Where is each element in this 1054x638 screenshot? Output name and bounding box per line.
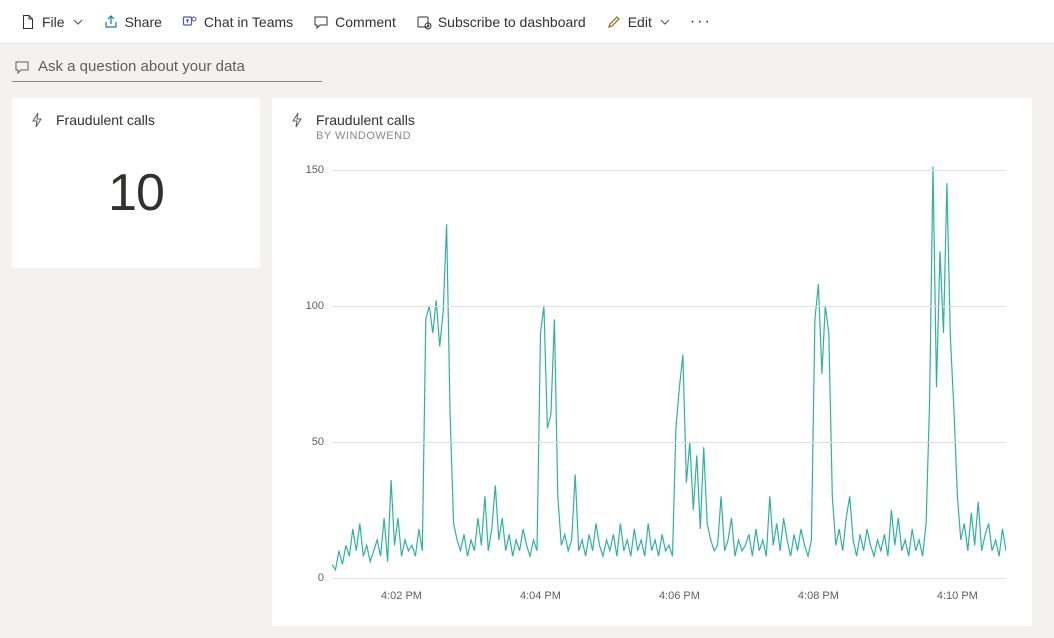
pencil-icon bbox=[606, 14, 622, 30]
chat-teams-label: Chat in Teams bbox=[204, 14, 293, 30]
y-tick-label: 150 bbox=[306, 164, 324, 176]
chevron-down-icon bbox=[660, 17, 670, 27]
file-icon bbox=[20, 14, 36, 30]
more-icon: ··· bbox=[690, 13, 712, 31]
tile-title: Fraudulent calls bbox=[316, 112, 415, 128]
x-tick-label: 4:06 PM bbox=[659, 590, 700, 602]
tile-header: Fraudulent calls BY WINDOWEND bbox=[290, 112, 1014, 142]
x-tick-label: 4:02 PM bbox=[381, 590, 422, 602]
file-label: File bbox=[42, 14, 65, 30]
chart-area: 050100150 4:02 PM4:04 PM4:06 PM4:08 PM4:… bbox=[298, 156, 1006, 606]
gridline bbox=[332, 170, 1006, 171]
gridline bbox=[332, 442, 1006, 443]
y-tick-label: 100 bbox=[306, 300, 324, 312]
tile-fraudulent-calls-card[interactable]: Fraudulent calls 10 bbox=[12, 98, 260, 268]
qna-input-container[interactable] bbox=[12, 54, 322, 82]
streaming-icon bbox=[30, 112, 44, 131]
subscribe-label: Subscribe to dashboard bbox=[438, 14, 586, 30]
chat-teams-button[interactable]: Chat in Teams bbox=[174, 8, 301, 36]
qna-bar bbox=[0, 44, 1054, 90]
share-button[interactable]: Share bbox=[95, 8, 170, 36]
tile-subtitle: BY WINDOWEND bbox=[316, 130, 415, 142]
edit-menu[interactable]: Edit bbox=[598, 8, 678, 36]
comment-icon bbox=[313, 14, 329, 30]
y-tick-label: 0 bbox=[318, 572, 324, 584]
y-tick-label: 50 bbox=[312, 436, 324, 448]
file-menu[interactable]: File bbox=[12, 8, 91, 36]
subscribe-button[interactable]: Subscribe to dashboard bbox=[408, 8, 594, 36]
share-label: Share bbox=[125, 14, 162, 30]
gridline bbox=[332, 306, 1006, 307]
subscribe-icon bbox=[416, 14, 432, 30]
gridline bbox=[332, 578, 1006, 579]
x-tick-label: 4:10 PM bbox=[937, 590, 978, 602]
y-axis: 050100150 bbox=[298, 156, 332, 578]
tile-card-value: 10 bbox=[30, 163, 242, 223]
edit-label: Edit bbox=[628, 14, 652, 30]
comment-button[interactable]: Comment bbox=[305, 8, 404, 36]
share-icon bbox=[103, 14, 119, 30]
streaming-icon bbox=[290, 112, 304, 131]
chevron-down-icon bbox=[73, 17, 83, 27]
dashboard-tiles: Fraudulent calls 10 Fraudulent calls BY … bbox=[0, 90, 1054, 638]
toolbar: File Share Chat in Teams Comment Subscri… bbox=[0, 0, 1054, 44]
x-tick-label: 4:08 PM bbox=[798, 590, 839, 602]
tile-title: Fraudulent calls bbox=[56, 112, 155, 128]
x-axis: 4:02 PM 4:04 PM 4:06 PM 4:08 PM 4:10 PM bbox=[332, 586, 1006, 606]
tile-header: Fraudulent calls bbox=[30, 112, 242, 131]
tile-fraudulent-calls-chart[interactable]: Fraudulent calls BY WINDOWEND 050100150 … bbox=[272, 98, 1032, 626]
chart-plot bbox=[332, 156, 1006, 578]
comment-label: Comment bbox=[335, 14, 396, 30]
more-options-button[interactable]: ··· bbox=[682, 13, 720, 31]
teams-icon bbox=[182, 14, 198, 30]
qna-input[interactable] bbox=[38, 58, 320, 75]
comment-icon bbox=[14, 59, 30, 75]
x-tick-label: 4:04 PM bbox=[520, 590, 561, 602]
